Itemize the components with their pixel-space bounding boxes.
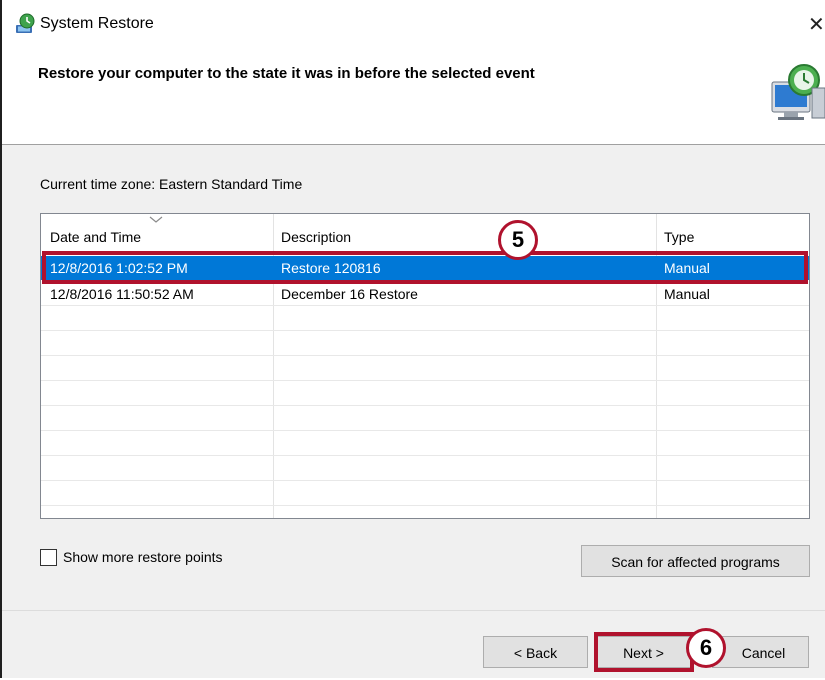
next-button[interactable]: Next > (596, 636, 691, 668)
restore-computer-graphic-icon (771, 64, 825, 120)
list-header: Date and Time Description Type (41, 214, 809, 255)
column-header-date[interactable]: Date and Time (50, 229, 141, 245)
header-banner (2, 48, 825, 145)
show-more-label: Show more restore points (63, 549, 223, 565)
back-button[interactable]: < Back (483, 636, 588, 668)
column-header-description[interactable]: Description (281, 229, 351, 245)
scan-affected-programs-button[interactable]: Scan for affected programs (581, 545, 810, 577)
table-row[interactable]: 12/8/2016 1:02:52 PM Restore 120816 Manu… (41, 256, 809, 280)
row-type: Manual (664, 260, 710, 276)
row-type: Manual (664, 286, 710, 302)
title-bar: System Restore ✕ (0, 0, 825, 48)
row-divider (41, 355, 809, 356)
row-divider (41, 430, 809, 431)
row-description: December 16 Restore (281, 286, 418, 302)
row-divider (41, 330, 809, 331)
table-row[interactable]: 12/8/2016 11:50:52 AM December 16 Restor… (41, 282, 809, 306)
row-date: 12/8/2016 11:50:52 AM (50, 286, 194, 302)
step-6-callout: 6 (686, 628, 726, 668)
step-5-callout: 5 (498, 220, 538, 260)
row-description: Restore 120816 (281, 260, 381, 276)
timezone-label: Current time zone: Eastern Standard Time (40, 176, 303, 192)
show-more-checkbox[interactable] (40, 549, 57, 566)
window-title: System Restore (40, 15, 154, 32)
row-divider (41, 480, 809, 481)
row-date: 12/8/2016 1:02:52 PM (50, 260, 188, 276)
system-restore-icon (16, 13, 35, 33)
restore-points-list[interactable]: Date and Time Description Type 12/8/2016… (40, 213, 810, 519)
row-divider (41, 455, 809, 456)
header-text: Restore your computer to the state it wa… (38, 65, 535, 82)
sort-chevron-icon (149, 216, 163, 223)
cancel-button[interactable]: Cancel (712, 636, 809, 668)
close-icon[interactable]: ✕ (808, 12, 825, 37)
row-divider (41, 505, 809, 506)
column-header-type[interactable]: Type (664, 229, 694, 245)
row-divider (41, 380, 809, 381)
row-divider (41, 405, 809, 406)
